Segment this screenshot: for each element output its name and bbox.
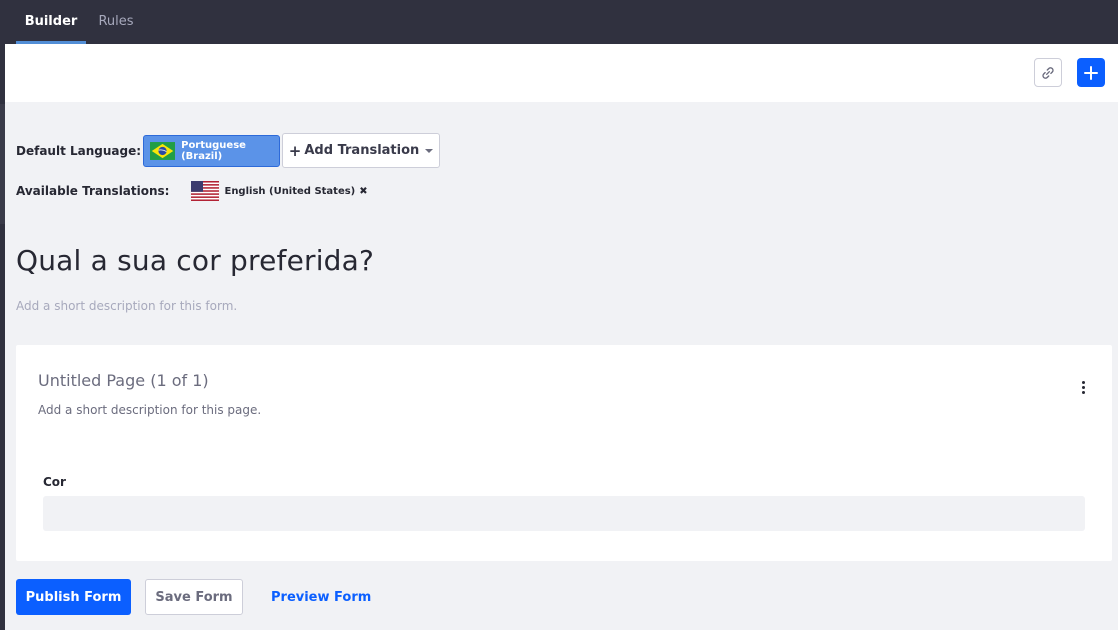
kebab-dot xyxy=(1081,385,1085,389)
form-description-placeholder[interactable]: Add a short description for this form. xyxy=(16,299,237,313)
available-translations-row: Available Translations: English (United … xyxy=(16,181,368,201)
add-translation-dropdown[interactable]: + Add Translation xyxy=(282,133,441,168)
us-flag-icon xyxy=(191,181,220,201)
left-strip-band xyxy=(0,104,5,224)
publish-form-button[interactable]: Publish Form xyxy=(16,579,131,615)
save-form-button[interactable]: Save Form xyxy=(145,579,243,615)
default-language-value: Portuguese (Brazil) xyxy=(181,139,246,162)
kebab-dot xyxy=(1081,390,1085,394)
copy-url-button[interactable] xyxy=(1034,58,1062,87)
page-description[interactable]: Add a short description for this page. xyxy=(38,403,261,417)
form-toolbar xyxy=(5,44,1118,102)
form-page-card: Untitled Page (1 of 1) Add a short descr… xyxy=(16,345,1112,561)
available-translations-label: Available Translations: xyxy=(16,184,170,198)
default-language-button[interactable]: Portuguese (Brazil) xyxy=(143,134,281,167)
caret-down-icon xyxy=(425,148,434,153)
translation-item-english[interactable]: English (United States) xyxy=(224,186,355,197)
tab-builder[interactable]: Builder xyxy=(16,0,86,44)
link-icon xyxy=(1042,66,1054,79)
default-language-label: Default Language: xyxy=(16,143,142,158)
tab-rules[interactable]: Rules xyxy=(93,0,139,44)
cor-text-field[interactable] xyxy=(43,496,1085,531)
preview-form-link[interactable]: Preview Form xyxy=(271,579,371,615)
remove-translation-icon[interactable]: ✖ xyxy=(359,186,367,197)
add-translation-label: Add Translation xyxy=(304,143,420,158)
page-options-kebab-icon[interactable] xyxy=(1074,375,1092,399)
field-label-cor: Cor xyxy=(43,475,66,489)
plus-icon xyxy=(1084,65,1098,80)
top-tab-bar: Builder Rules xyxy=(5,0,1118,44)
form-footer: Publish Form Save Form Preview Form xyxy=(16,579,371,615)
add-field-button[interactable] xyxy=(1077,58,1105,87)
form-title[interactable]: Qual a sua cor preferida? xyxy=(16,244,374,277)
default-language-row: Default Language: Portuguese (Brazil) + … xyxy=(16,133,441,168)
brazil-flag-icon xyxy=(150,141,176,160)
plus-icon: + xyxy=(288,141,302,160)
page-title[interactable]: Untitled Page (1 of 1) xyxy=(38,371,209,390)
kebab-dot xyxy=(1081,380,1085,384)
